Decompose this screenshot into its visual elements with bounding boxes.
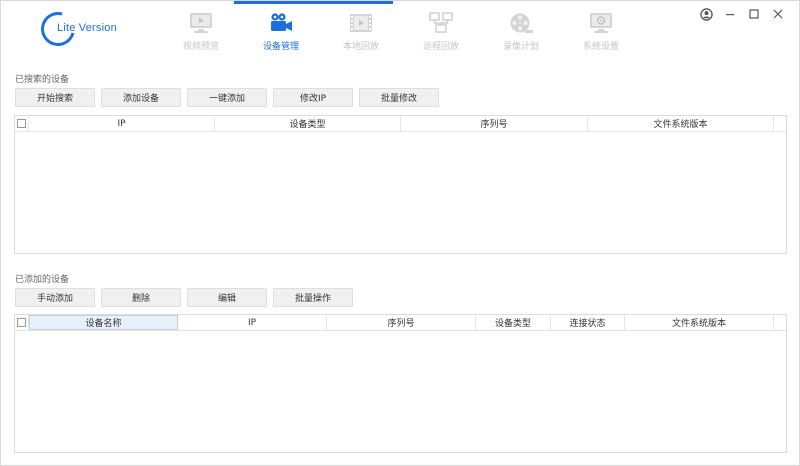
film-reel-icon (510, 13, 533, 33)
tab-local-playback[interactable]: 本地回放 (321, 1, 401, 61)
manual-add-button[interactable]: 手动添加 (15, 288, 95, 307)
tab-video-preview[interactable]: 视频预览 (161, 1, 241, 61)
select-all-checkbox[interactable] (17, 318, 26, 327)
close-button[interactable] (771, 7, 785, 21)
tab-recording-schedule[interactable]: 录像计划 (481, 1, 561, 61)
monitor-play-icon (190, 13, 212, 33)
add-device-button[interactable]: 添加设备 (101, 88, 181, 107)
column-header-ip[interactable]: IP (178, 315, 327, 330)
tab-label: 远程回放 (422, 42, 459, 52)
minimize-icon (726, 14, 734, 16)
header: Lite Version 视频预览 设备管理 本地回放 远程回放 录像计划 系统… (1, 1, 800, 61)
delete-button[interactable]: 删除 (101, 288, 181, 307)
column-header-filler (774, 315, 786, 330)
column-header-serial-number[interactable]: 序列号 (327, 315, 476, 330)
column-header-serial-number[interactable]: 序列号 (401, 116, 588, 131)
tab-label: 视频预览 (182, 42, 219, 52)
batch-operation-button[interactable]: 批量操作 (273, 288, 353, 307)
start-search-button[interactable]: 开始搜索 (15, 88, 95, 107)
tab-label: 系统设置 (582, 42, 619, 52)
column-header-device-type[interactable]: 设备类型 (215, 116, 401, 131)
tab-device-management[interactable]: 设备管理 (241, 1, 393, 61)
tab-system-settings[interactable]: 系统设置 (561, 1, 641, 61)
batch-modify-button[interactable]: 批量修改 (359, 88, 439, 107)
one-click-add-button[interactable]: 一键添加 (187, 88, 267, 107)
maximize-icon (749, 9, 759, 19)
column-header-ip[interactable]: IP (29, 116, 215, 131)
tab-label: 设备管理 (262, 42, 299, 52)
searched-devices-title: 已搜索的设备 (15, 75, 70, 85)
modify-ip-button[interactable]: 修改IP (273, 88, 353, 107)
video-camera-icon (271, 13, 292, 31)
window-controls (699, 7, 785, 21)
column-header-filler (774, 116, 786, 131)
added-devices-table: 设备名称 IP 序列号 设备类型 连接状态 文件系统版本 (14, 314, 787, 453)
close-icon (773, 9, 783, 19)
tab-remote-playback[interactable]: 远程回放 (401, 1, 481, 61)
tab-label: 本地回放 (342, 42, 379, 52)
column-header-device-name[interactable]: 设备名称 (29, 315, 178, 330)
user-button[interactable] (699, 7, 713, 21)
settings-monitor-icon (590, 13, 612, 33)
column-header-device-type[interactable]: 设备类型 (476, 315, 551, 330)
select-all-checkbox[interactable] (17, 119, 26, 128)
network-monitors-icon (429, 12, 453, 33)
minimize-button[interactable] (723, 7, 737, 21)
select-all-cell (15, 116, 29, 131)
table-header: 设备名称 IP 序列号 设备类型 连接状态 文件系统版本 (15, 315, 786, 331)
column-header-fs-version[interactable]: 文件系统版本 (625, 315, 774, 330)
column-header-fs-version[interactable]: 文件系统版本 (588, 116, 774, 131)
added-toolbar: 手动添加 删除 编辑 批量操作 (15, 288, 359, 307)
logo: Lite Version (34, 5, 117, 53)
column-header-connection-status[interactable]: 连接状态 (551, 315, 625, 330)
tab-label: 录像计划 (502, 42, 539, 52)
select-all-cell (15, 315, 29, 330)
table-header: IP 设备类型 序列号 文件系统版本 (15, 116, 786, 132)
edit-button[interactable]: 编辑 (187, 288, 267, 307)
maximize-button[interactable] (747, 7, 761, 21)
searched-toolbar: 开始搜索 添加设备 一键添加 修改IP 批量修改 (15, 88, 445, 107)
added-devices-title: 已添加的设备 (15, 275, 70, 285)
main-nav: 视频预览 设备管理 本地回放 远程回放 录像计划 系统设置 (161, 1, 641, 61)
searched-devices-table: IP 设备类型 序列号 文件系统版本 (14, 115, 787, 254)
user-icon (699, 7, 713, 21)
film-icon (350, 14, 372, 32)
app-window: Lite Version 视频预览 设备管理 本地回放 远程回放 录像计划 系统… (0, 0, 800, 466)
logo-text: Lite Version (57, 22, 117, 34)
